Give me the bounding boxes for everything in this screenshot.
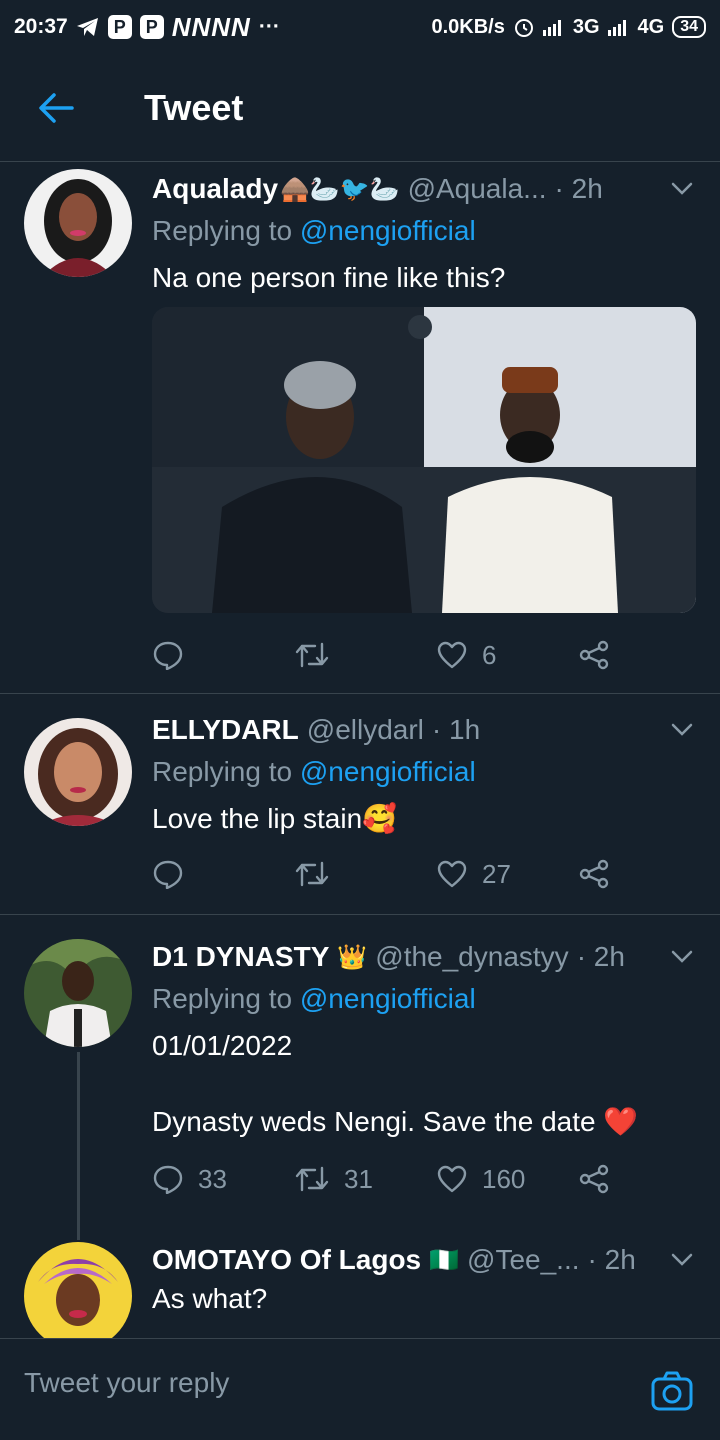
notification-icons: NNNN [171,11,251,42]
share-button[interactable] [578,640,610,670]
tweet-actions: 6 [152,635,612,675]
reply-button[interactable] [152,640,294,670]
replying-prefix: Replying to [152,756,300,787]
signal-icon [607,20,626,36]
reply-count: 33 [198,1163,227,1194]
status-time: 20:37 [14,15,68,38]
mention-link[interactable]: @nengiofficial [300,983,476,1014]
like-count: 160 [482,1163,526,1194]
telegram-icon [76,18,98,36]
mention-link[interactable]: @nengiofficial [300,215,476,246]
share-button[interactable] [578,859,610,889]
tweet-text: Love the lip stain🥰 [152,803,397,834]
tweet[interactable]: Aqualady 🛖🦢🐦🦢 @Aquala... · 2h Replying t… [0,163,720,693]
battery-icon: 34 [672,16,706,38]
network-type-3g: 3G [572,15,600,38]
reply-button[interactable]: 33 [152,1164,294,1195]
tweet-time: · 2h [587,1244,636,1275]
name-emoji-decor: 🛖🦢🐦🦢 [280,175,400,203]
more-notifications: ··· [258,15,280,38]
tweet-image[interactable] [152,307,696,613]
back-arrow-icon [39,92,74,123]
author-name[interactable]: ELLYDARL [152,714,299,746]
like-button[interactable]: 160 [436,1164,578,1195]
replying-prefix: Replying to [152,983,300,1014]
heart-icon [437,641,467,669]
page-title: Tweet [144,86,244,128]
author-handle[interactable]: @ellydarl [307,714,424,746]
camera-icon[interactable] [650,1369,694,1413]
avatar[interactable] [24,169,132,277]
tweet-time: · 2h [554,173,603,204]
chevron-down-icon[interactable] [668,1246,696,1274]
comment-icon [153,1165,183,1194]
tweet[interactable]: ELLYDARL @ellydarl · 1h Replying to @nen… [0,694,720,914]
reply-composer: Tweet your reply [0,1338,720,1440]
chevron-down-icon[interactable] [668,175,696,203]
author-name[interactable]: OMOTAYO Of Lagos [152,1244,421,1276]
retweet-button[interactable]: 31 [294,1164,436,1195]
status-bar: 20:37 P P NNNN ··· 0.0KB/s 3G 4G 34 [0,0,720,54]
network-type-4g: 4G [637,15,665,38]
replying-to: Replying to @nengiofficial [152,215,696,251]
retweet-count: 31 [344,1163,373,1194]
retweet-button[interactable] [294,641,436,669]
like-button[interactable]: 27 [436,859,578,890]
tweet-time: · 1h [431,714,481,745]
like-count: 6 [482,639,497,670]
replying-to: Replying to @nengiofficial [152,756,696,792]
author-handle[interactable]: @Tee_... [467,1244,579,1276]
app-badge-icon: P [107,15,132,39]
alarm-icon [514,19,533,37]
heart-icon [437,860,467,888]
reply-input[interactable]: Tweet your reply [24,1367,229,1399]
avatar[interactable] [24,1242,132,1338]
author-name[interactable]: D1 DYNASTY [152,941,329,973]
chevron-down-icon[interactable] [668,943,696,971]
network-speed: 0.0KB/s [431,15,505,38]
author-handle[interactable]: @the_dynastyy [375,941,568,973]
retweet-icon [295,861,329,887]
like-button[interactable]: 6 [436,640,578,671]
mention-link[interactable]: @nengiofficial [300,756,476,787]
tweet-actions: 27 [152,854,612,894]
avatar[interactable] [24,718,132,826]
comment-icon [153,641,183,670]
author-handle[interactable]: @Aquala... [408,173,547,205]
avatar[interactable] [24,939,132,1047]
share-icon [579,859,609,889]
signal-icon [542,20,561,36]
tweet-text: As what? [152,1283,268,1314]
retweet-icon [295,1166,329,1192]
replying-prefix: Replying to [152,215,300,246]
share-icon [579,640,609,670]
retweet-icon [295,642,329,668]
tweet[interactable]: OMOTAYO Of Lagos 🇳🇬 @Tee_... · 2h As wha… [0,1240,720,1338]
tweet-text: Na one person fine like this? [152,262,506,293]
back-button[interactable] [26,78,86,138]
tweet[interactable]: D1 DYNASTY 👑 @the_dynastyy · 2h Replying… [0,915,720,1235]
heart-icon [437,1165,467,1193]
crown-emoji: 👑 [337,943,368,971]
comment-icon [153,860,183,889]
share-icon [579,1164,609,1194]
tweet-text: 01/01/2022 Dynasty weds Nengi. Save the … [152,1030,639,1137]
top-app-bar: Tweet [0,54,720,162]
share-button[interactable] [578,1164,610,1194]
app-badge-icon: P [139,15,164,39]
author-name[interactable]: Aqualady [152,173,278,205]
reply-button[interactable] [152,859,294,889]
tweet-actions: 33 31 160 [152,1159,612,1199]
replying-to: Replying to @nengiofficial [152,983,696,1019]
flag-emoji: 🇳🇬 [429,1246,460,1274]
retweet-button[interactable] [294,860,436,888]
chevron-down-icon[interactable] [668,716,696,744]
tweet-time: · 2h [576,941,625,972]
like-count: 27 [482,858,511,889]
